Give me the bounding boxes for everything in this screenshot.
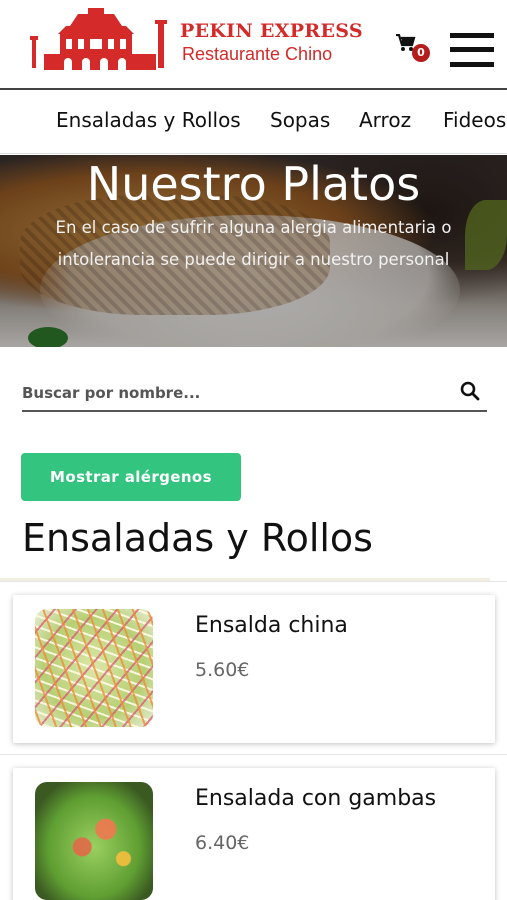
brand-name: PEKIN EXPRESS	[180, 20, 363, 42]
dish-price: 5.60€	[195, 659, 250, 681]
search-bar	[22, 368, 487, 412]
category-tab-ensaladas[interactable]: Ensaladas y Rollos	[56, 108, 241, 132]
hero-allergy-note-line1: En el caso de sufrir alguna alergia alim…	[55, 218, 452, 237]
dish-card[interactable]: Ensalada con gambas 6.40€	[13, 768, 495, 900]
site-header: PEKIN EXPRESS Restaurante Chino 0	[0, 0, 507, 90]
dish-price: 6.40€	[195, 832, 250, 854]
dish-name: Ensalada con gambas	[195, 786, 437, 811]
category-tab-fideos[interactable]: Fideos	[443, 108, 506, 132]
brand-logo[interactable]: PEKIN EXPRESS Restaurante Chino	[30, 8, 370, 72]
hamburger-line	[450, 47, 494, 52]
show-allergens-button[interactable]: Mostrar alérgenos	[21, 453, 241, 501]
search-input[interactable]	[22, 378, 442, 408]
category-tab-arroz[interactable]: Arroz	[359, 108, 411, 132]
gate-logo-icon	[30, 8, 167, 70]
cart-count-badge: 0	[412, 44, 430, 62]
category-nav[interactable]: Ensaladas y Rollos Sopas Arroz Fideos	[0, 92, 507, 154]
dish-image	[35, 782, 153, 900]
section-title: Ensaladas y Rollos	[22, 516, 373, 560]
hero-banner: Nuestro Platos En el caso de sufrir algu…	[0, 155, 507, 347]
cart-button[interactable]: 0	[396, 32, 432, 62]
category-tab-sopas[interactable]: Sopas	[270, 108, 330, 132]
dish-card[interactable]: Ensalda china 5.60€	[13, 595, 495, 743]
hero-title: Nuestro Platos	[86, 157, 421, 211]
search-icon[interactable]	[459, 380, 481, 402]
dish-list-item: Ensalda china 5.60€	[0, 581, 507, 755]
hamburger-menu-button[interactable]	[450, 33, 494, 67]
dish-name: Ensalda china	[195, 613, 348, 638]
hero-allergy-note-line2: intolerancia se puede dirigir a nuestro …	[57, 250, 450, 269]
hamburger-line	[450, 62, 494, 67]
dish-image	[35, 609, 153, 727]
brand-subtitle: Restaurante Chino	[182, 44, 333, 64]
hamburger-menu-icon	[450, 33, 494, 38]
dish-list-item: Ensalada con gambas 6.40€	[0, 754, 507, 900]
